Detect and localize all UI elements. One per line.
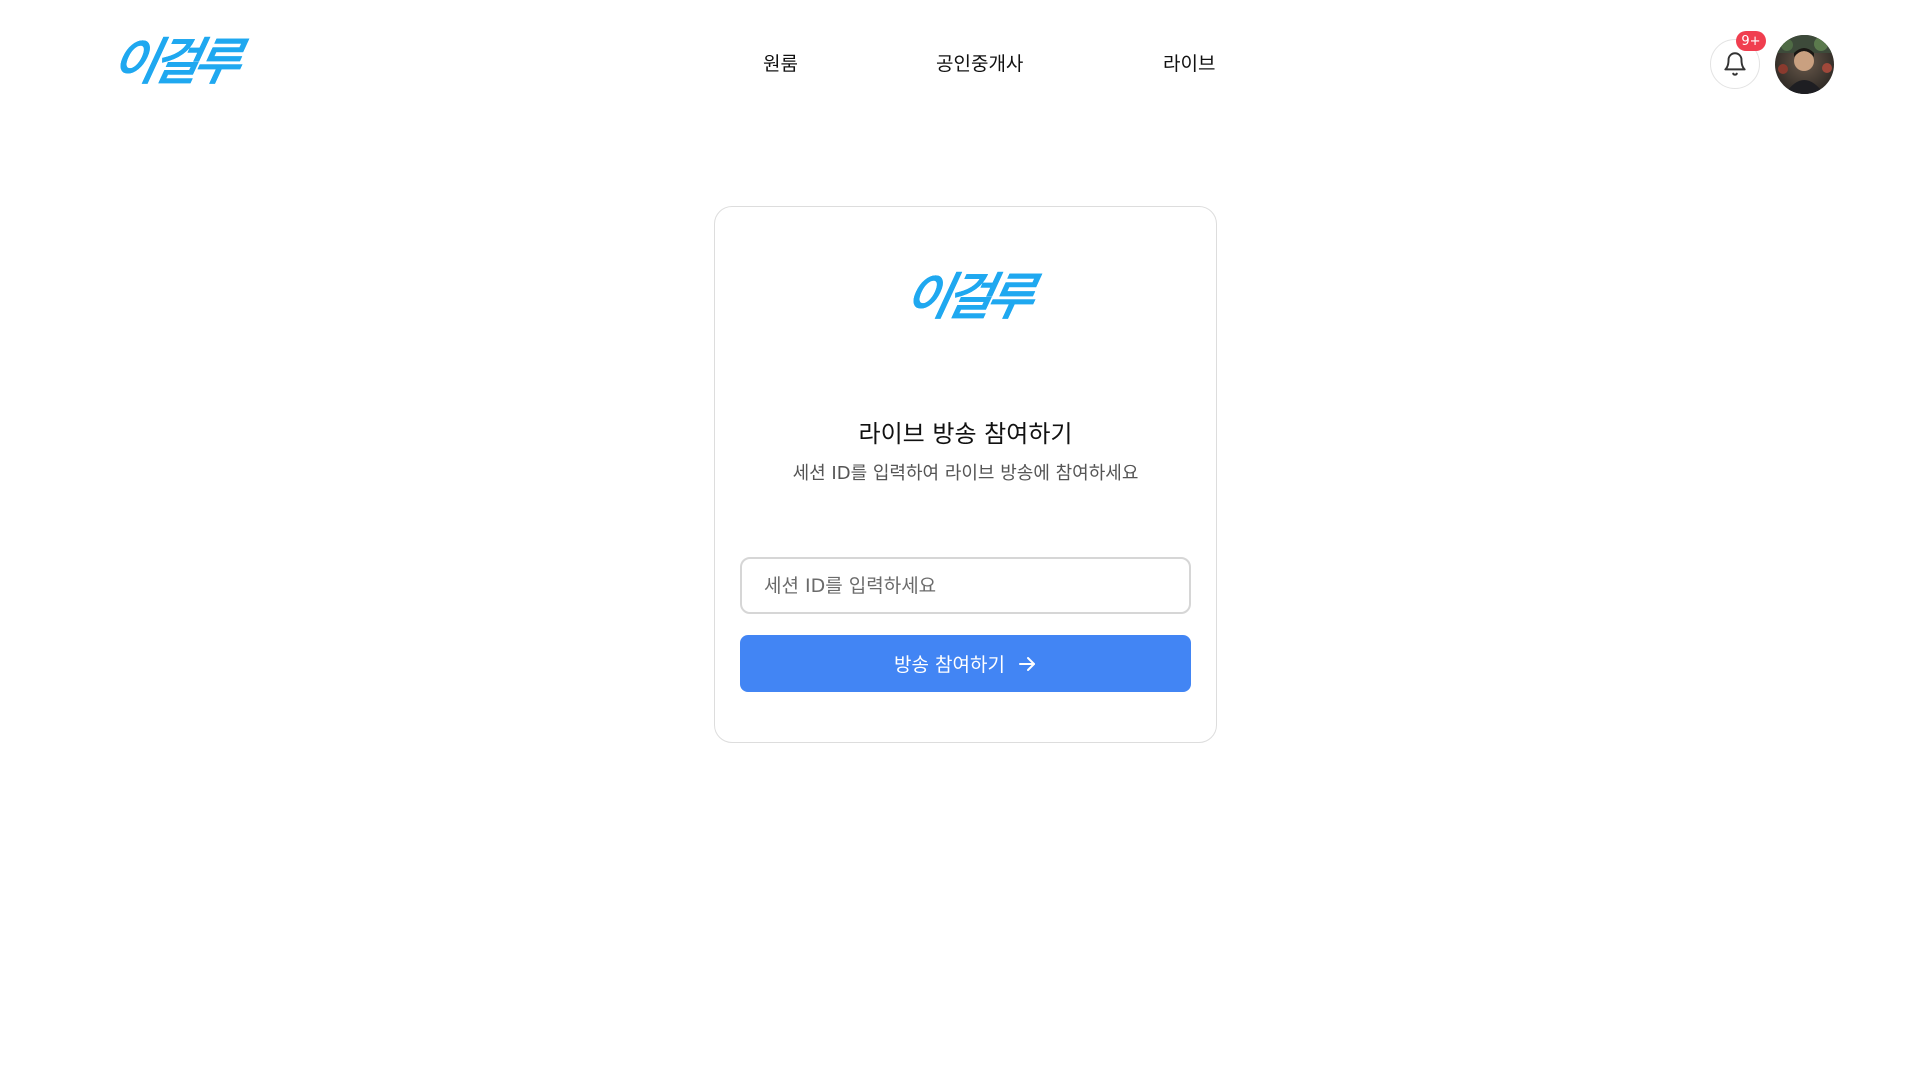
notification-badge: 9+	[1736, 31, 1766, 51]
avatar-image	[1775, 35, 1834, 94]
bell-icon	[1724, 52, 1746, 76]
card-logo-text: 이걸루	[899, 268, 1035, 326]
join-live-card: 이걸루 라이브 방송 참여하기 세션 ID를 입력하여 라이브 방송에 참여하세…	[714, 206, 1217, 743]
user-avatar[interactable]	[1775, 35, 1834, 94]
arrow-right-icon	[1018, 656, 1035, 671]
card-logo: 이걸루	[899, 255, 1035, 339]
card-title: 라이브 방송 참여하기	[858, 420, 1073, 448]
session-id-input[interactable]	[740, 557, 1191, 614]
join-broadcast-button[interactable]: 방송 참여하기	[740, 635, 1191, 692]
nav-item-live[interactable]: 라이브	[1163, 48, 1215, 80]
brand-logo-text: 이걸루	[106, 33, 242, 91]
join-broadcast-label: 방송 참여하기	[894, 654, 1005, 676]
brand-logo[interactable]: 이걸루	[106, 24, 241, 100]
nav-item-oneroom[interactable]: 원룸	[763, 48, 798, 80]
nav-item-realtor[interactable]: 공인중개사	[936, 48, 1023, 80]
top-header: 이걸루 원룸 공인중개사 라이브 9+	[0, 0, 1918, 128]
card-subtitle: 세션 ID를 입력하여 라이브 방송에 참여하세요	[792, 463, 1139, 484]
